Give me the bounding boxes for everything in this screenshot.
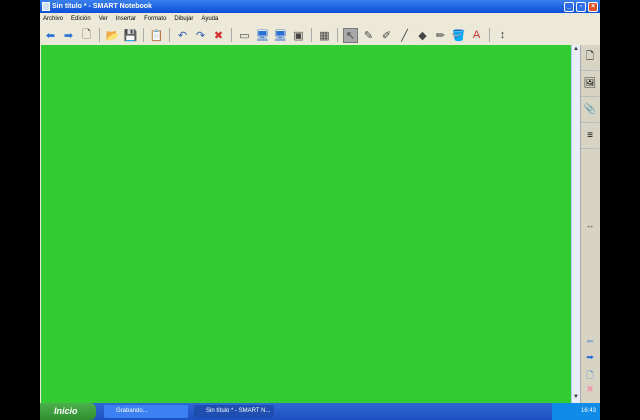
undo-icon[interactable]: ↶ <box>175 28 190 43</box>
taskbar: Inicio Grabando... Sin título * - SMART … <box>40 403 600 420</box>
select-pointer-icon[interactable]: ↖ <box>343 27 358 43</box>
properties-icon[interactable]: ≡ <box>581 123 599 149</box>
creative-pen-icon[interactable]: ✐ <box>379 28 394 43</box>
minimize-button[interactable]: _ <box>564 2 574 12</box>
screen-shade-icon[interactable]: ▭ <box>237 28 252 43</box>
delete-icon[interactable]: ✖ <box>211 28 226 43</box>
forward-arrow-icon[interactable]: ➡ <box>581 352 599 368</box>
clock: 16:43 <box>580 408 596 414</box>
whiteboard-canvas[interactable] <box>41 45 571 403</box>
paste-icon[interactable]: 📋 <box>149 28 164 43</box>
taskbar-item-smart-notebook[interactable]: Sin título * - SMART N... <box>194 405 274 418</box>
open-folder-icon[interactable]: 📂 <box>105 28 120 43</box>
expand-icon[interactable]: ↔ <box>581 220 599 236</box>
add-page-icon[interactable]: 🗋 <box>79 28 94 43</box>
gallery-icon[interactable]: 🖼 <box>581 71 599 97</box>
screen-capture-icon[interactable]: ▣ <box>291 28 306 43</box>
menu-insertar[interactable]: Insertar <box>116 13 136 25</box>
smart-notebook-window: Sin título * - SMART Notebook _ ▫ × Arch… <box>40 0 600 403</box>
redo-icon[interactable]: ↷ <box>193 28 208 43</box>
add-page-icon[interactable]: 🗋 <box>581 368 599 384</box>
taskbar-item-grabando[interactable]: Grabando... <box>104 405 188 418</box>
menu-archivo[interactable]: Archivo <box>43 13 63 25</box>
back-arrow-icon[interactable]: ⬅ <box>581 336 599 352</box>
toolbar-separator <box>489 28 490 42</box>
magic-pen-icon[interactable]: ✏ <box>433 28 448 43</box>
shapes-icon[interactable]: ◆ <box>415 28 430 43</box>
task-label: Grabando... <box>116 408 148 414</box>
start-label: Inicio <box>54 406 78 416</box>
save-icon[interactable]: 💾 <box>123 28 138 43</box>
start-button[interactable]: Inicio <box>40 403 96 420</box>
delete-icon[interactable]: ✖ <box>581 384 599 400</box>
toolbar: ⬅ ➡ 🗋 📂 💾 📋 ↶ ↷ ✖ ▭ 🖥 🖥 ▣ ▦ ↖ ✎ ✐ ╱ ◆ ✏ 🪣 A ↕ <box>40 25 600 45</box>
vertical-scrollbar[interactable]: ▲ ▼ <box>571 45 580 403</box>
task-label: Sin título * - SMART N... <box>206 408 271 414</box>
restore-button[interactable]: ▫ <box>576 2 586 12</box>
menu-ayuda[interactable]: Ayuda <box>201 13 218 25</box>
text-icon[interactable]: A <box>469 28 484 43</box>
app-icon <box>42 2 50 11</box>
menu-bar: Archivo Edición Ver Insertar Formato Dibujar A… <box>40 13 600 25</box>
menu-dibujar[interactable]: Dibujar <box>174 13 193 25</box>
menu-edición[interactable]: Edición <box>71 13 91 25</box>
table-icon[interactable]: ▦ <box>317 28 332 43</box>
system-tray: 16:43 <box>552 403 600 420</box>
toolbar-separator <box>99 28 100 42</box>
side-panel: 🗋 🖼 📎 ≡ ↔ ⬅ ➡ 🗋 ✖ <box>580 45 600 403</box>
toolbar-separator <box>231 28 232 42</box>
dual-page-icon[interactable]: 🖥 <box>273 28 288 43</box>
title-bar[interactable]: Sin título * - SMART Notebook _ ▫ × <box>40 0 600 13</box>
fill-icon[interactable]: 🪣 <box>451 28 466 43</box>
move-toolbar-icon[interactable]: ↕ <box>495 28 510 43</box>
toolbar-separator <box>143 28 144 42</box>
menu-formato[interactable]: Formato <box>144 13 166 25</box>
page-sorter-icon[interactable]: 🗋 <box>581 45 599 71</box>
pen-icon[interactable]: ✎ <box>361 28 376 43</box>
close-button[interactable]: × <box>588 2 598 12</box>
back-arrow-icon[interactable]: ⬅ <box>43 28 58 43</box>
menu-ver[interactable]: Ver <box>99 13 108 25</box>
toolbar-separator <box>311 28 312 42</box>
attachments-icon[interactable]: 📎 <box>581 97 599 123</box>
scroll-down-icon[interactable]: ▼ <box>572 394 580 402</box>
scroll-up-icon[interactable]: ▲ <box>572 46 580 54</box>
forward-arrow-icon[interactable]: ➡ <box>61 28 76 43</box>
toolbar-separator <box>337 28 338 42</box>
full-screen-icon[interactable]: 🖥 <box>255 28 270 43</box>
window-title: Sin título * - SMART Notebook <box>52 3 152 10</box>
toolbar-separator <box>169 28 170 42</box>
line-icon[interactable]: ╱ <box>397 28 412 43</box>
